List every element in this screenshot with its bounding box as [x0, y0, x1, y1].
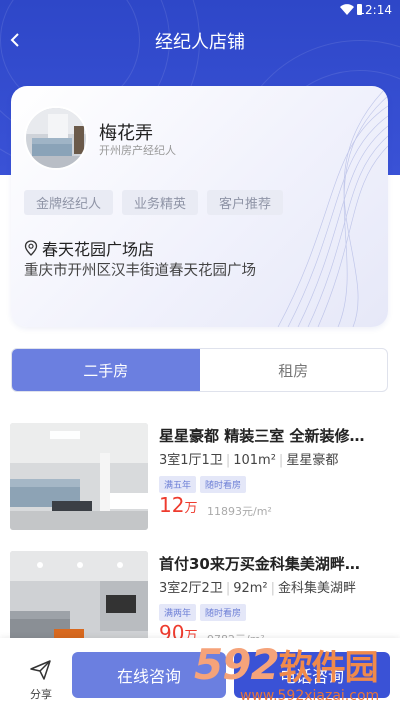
listing-community: 金科集美湖畔: [278, 581, 357, 596]
store-row: 春天花园广场店: [24, 236, 154, 260]
listing-badges: 满两年 随时看房: [159, 604, 247, 621]
share-plane-icon: [30, 660, 51, 680]
agent-avatar: [24, 106, 88, 170]
listing-title: 星星豪都 精装三室 全新装修…: [159, 427, 365, 445]
tab-rental[interactable]: 租房: [200, 349, 388, 391]
listing-title: 首付30来万买金科集美湖畔…: [159, 555, 360, 573]
agent-tag: 客户推荐: [207, 190, 284, 215]
status-time: 12:14: [357, 3, 392, 17]
price-unit: 万: [184, 501, 198, 516]
agent-tags: 金牌经纪人 业务精英 客户推荐: [24, 190, 284, 215]
listing-specs: 3室1厅1卫 | 101m² | 星星豪都: [159, 453, 339, 468]
price-value: 12: [159, 493, 185, 517]
store-address: 重庆市开州区汉丰街道春天花园广场: [24, 263, 256, 279]
store-name: 春天花园广场店: [42, 240, 155, 259]
listing-badge: 随时看房: [200, 604, 247, 621]
share-button[interactable]: 分享: [18, 658, 64, 702]
listing-badge: 满五年: [159, 476, 197, 493]
agent-role: 开州房产经纪人: [99, 144, 176, 157]
listing-area: 101m²: [233, 453, 276, 468]
listing-badges: 满五年 随时看房: [159, 476, 247, 493]
status-bar: 12:14: [0, 0, 400, 22]
listing-item[interactable]: 星星豪都 精装三室 全新装修… 3室1厅1卫 | 101m² | 星星豪都 满五年 随时…: [10, 423, 390, 533]
listing-specs: 3室2厅2卫 | 92m² | 金科集美湖畔: [159, 581, 357, 596]
location-pin-icon: [24, 240, 38, 256]
listing-tabs: 二手房 租房: [11, 348, 388, 392]
agent-tag: 业务精英: [122, 190, 199, 215]
listing-layout: 3室1厅1卫: [159, 453, 223, 468]
listing-photo: [10, 423, 148, 530]
listing-layout: 3室2厅2卫: [159, 581, 223, 596]
listing-area: 92m²: [233, 581, 268, 596]
page-title: 经纪人店铺: [155, 32, 245, 53]
watermark: 592软件园 www.592xiazai.com: [188, 640, 400, 711]
listing-badge: 随时看房: [200, 476, 247, 493]
agent-tag: 金牌经纪人: [24, 190, 114, 215]
listing-community: 星星豪都: [286, 453, 339, 468]
share-label: 分享: [30, 688, 52, 701]
tab-second-hand[interactable]: 二手房: [12, 349, 200, 391]
agent-card: 梅花弄 开州房产经纪人 金牌经纪人 业务精英 客户推荐 春天花园广场店 重庆市开…: [11, 86, 388, 327]
wifi-icon: [340, 4, 354, 16]
listing-badge: 满两年: [159, 604, 197, 621]
listing-unit-price: 11893元/m²: [207, 505, 272, 518]
watermark-logo: 592软件园: [194, 640, 379, 689]
listing-price: 12万: [159, 493, 197, 517]
watermark-url: www.592xiazai.com: [240, 688, 380, 704]
